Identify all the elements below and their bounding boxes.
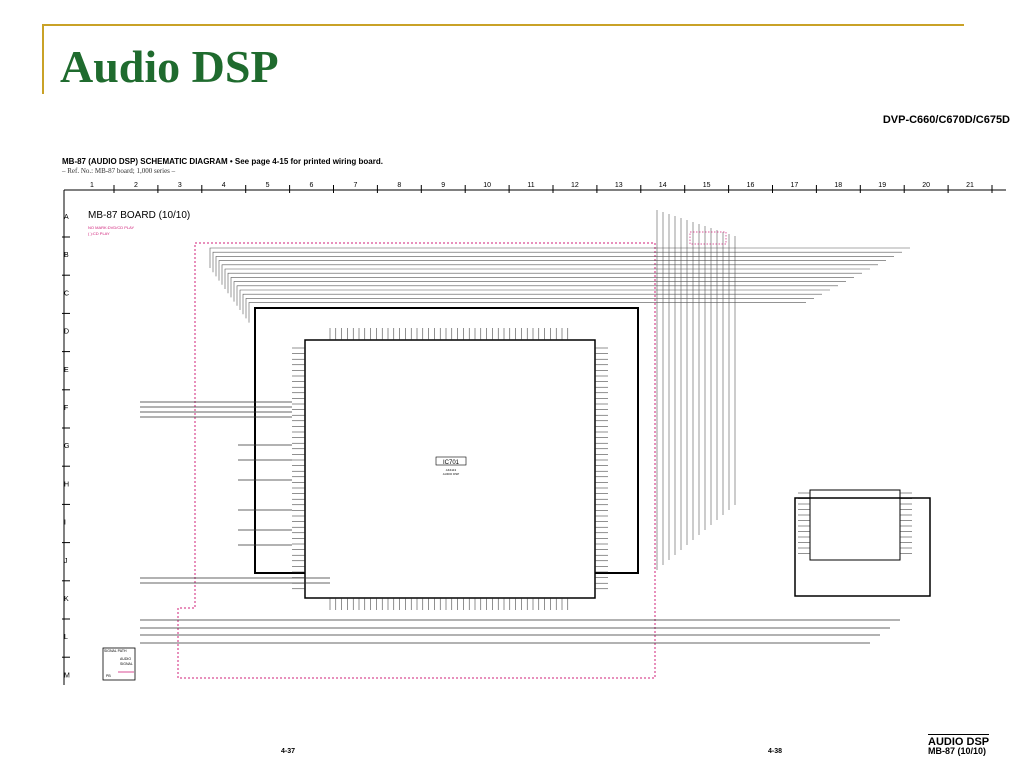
column-label: 5 [266, 182, 270, 189]
column-label: 9 [441, 182, 445, 189]
signal-path-audio: AUDIO [120, 657, 131, 661]
row-label: C [64, 290, 69, 297]
ic701-function: AUDIO DSP [443, 472, 460, 476]
column-label: 18 [834, 182, 842, 189]
row-label: K [64, 596, 69, 603]
signal-path-signal: SIGNAL [120, 662, 133, 666]
signal-path-label: SIGNAL PATH [104, 649, 127, 653]
ic701-label: IC701 [443, 460, 460, 466]
column-label: 14 [659, 182, 667, 189]
model-number: DVP-C660/C670D/C675D [882, 114, 1010, 126]
column-label: 10 [483, 182, 491, 189]
left-signal-wires [140, 401, 330, 584]
reference-line: – Ref. No.: MB-87 board; 1,000 series – [62, 167, 176, 175]
row-label: B [64, 252, 69, 259]
column-label: 11 [527, 182, 534, 189]
row-label: A [64, 214, 69, 221]
column-label: 21 [966, 182, 974, 189]
row-label: F [64, 405, 68, 412]
footer-subtitle: MB-87 (10/10) [928, 746, 987, 756]
row-labels: A B C D E F G H I J K L M [62, 214, 70, 679]
diagram-note: • See page 4-15 for printed wiring board… [229, 157, 383, 166]
column-label: 6 [310, 182, 314, 189]
column-label: 3 [178, 182, 182, 189]
bottom-signal-wires [140, 619, 900, 644]
title-accent-line [42, 24, 964, 26]
row-label: H [64, 481, 69, 488]
row-label: I [64, 520, 66, 527]
right-connector-ic [809, 489, 901, 561]
column-label: 8 [397, 182, 401, 189]
column-label: 15 [703, 182, 711, 189]
diagram-title: MB-87 (AUDIO DSP) SCHEMATIC DIAGRAM • Se… [62, 157, 383, 166]
row-label: E [64, 367, 69, 374]
column-label: 4 [222, 182, 226, 189]
right-bus-wires [656, 210, 736, 570]
column-label: 16 [747, 182, 755, 189]
board-label: MB-87 BOARD (10/10) [88, 210, 190, 221]
column-label: 19 [878, 182, 886, 189]
page-number-right: 4-38 [768, 748, 783, 755]
slide-title: Audio DSP [60, 41, 279, 92]
schematic-diagram: 1 2 3 4 5 6 7 8 9 10 11 12 13 14 15 16 17 18 19 20 21 ABCDEF… [62, 182, 1006, 685]
row-label: J [64, 558, 68, 565]
top-bus-wires [209, 247, 910, 323]
title-accent-bar [42, 24, 44, 94]
column-labels: 1 2 3 4 5 6 7 8 9 10 11 12 13 14 15 16 17 18 19 20 21 [90, 182, 993, 193]
diagram-title-text: MB-87 (AUDIO DSP) SCHEMATIC DIAGRAM [62, 157, 228, 166]
board-note-1: NO MARK:DVD/CD PLAY [88, 225, 134, 230]
top-connector [689, 231, 727, 245]
column-label: 17 [791, 182, 799, 189]
signal-path-pb: PB [106, 674, 111, 678]
column-label: 2 [134, 182, 138, 189]
row-label: L [64, 634, 68, 641]
row-label: M [64, 672, 70, 679]
column-label: 1 [90, 182, 94, 189]
row-label: G [64, 443, 69, 450]
bus-wire [248, 302, 806, 323]
column-label: 13 [615, 182, 623, 189]
column-label: 12 [571, 182, 579, 189]
board-note-2: ( ):CD PLAY [88, 231, 110, 236]
row-label: D [64, 329, 69, 336]
column-label: 20 [922, 182, 930, 189]
column-label: 7 [353, 182, 357, 189]
page-number-left: 4-37 [281, 748, 296, 755]
